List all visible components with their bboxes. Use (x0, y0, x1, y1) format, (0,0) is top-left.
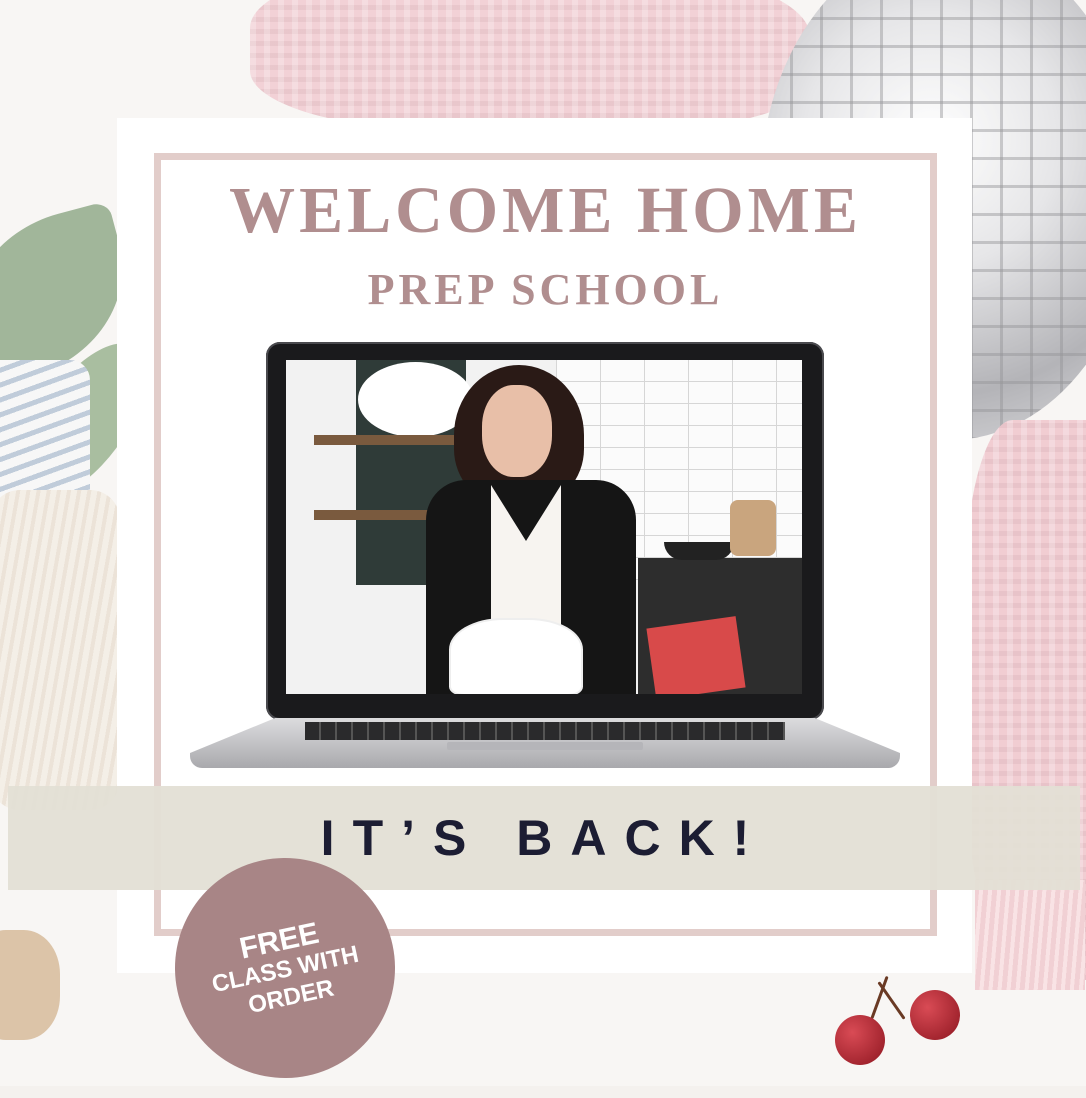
banner-text: IT’S BACK! (320, 810, 768, 866)
candy-bag (646, 616, 746, 694)
presenter-face (482, 385, 552, 477)
laptop-trackpad (447, 742, 643, 750)
laptop-screen-video-still (286, 360, 802, 694)
cutting-board (730, 500, 776, 556)
cherry (910, 990, 960, 1040)
announcement-banner: IT’S BACK! (8, 786, 1080, 890)
cast-iron-pan (664, 542, 734, 560)
page-title: WELCOME HOME (229, 174, 862, 247)
laptop-keyboard (305, 722, 785, 740)
wood-shelf-upper (314, 435, 474, 445)
white-bowl (451, 620, 581, 694)
page-subtitle: PREP SCHOOL (367, 265, 724, 314)
cherry (835, 1015, 885, 1065)
